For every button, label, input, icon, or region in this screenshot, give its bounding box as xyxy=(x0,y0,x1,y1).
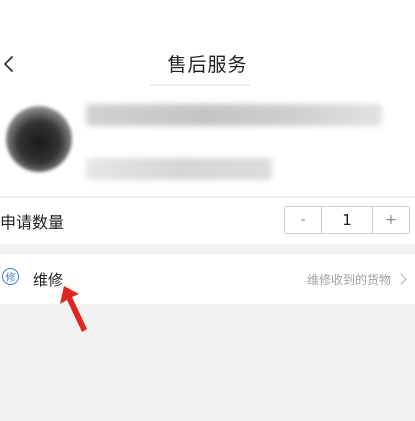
decrement-button[interactable]: - xyxy=(285,207,321,233)
increment-button[interactable]: + xyxy=(373,207,409,233)
quantity-value[interactable]: 1 xyxy=(321,207,373,233)
quantity-label: 申请数量 xyxy=(0,213,65,232)
quantity-row: 申请数量 - 1 + xyxy=(0,198,415,244)
header-bar: 售后服务 xyxy=(0,0,415,86)
page-title: 售后服务 xyxy=(167,54,248,76)
repair-description: 维修收到的货物 xyxy=(306,273,391,287)
quantity-stepper: - 1 + xyxy=(284,206,410,234)
chevron-right-icon xyxy=(400,273,407,285)
after-sales-page: 售后服务 申请数量 - 1 + 修 维修 维修收到的货物 xyxy=(0,0,415,421)
annotation-arrow-icon xyxy=(60,286,87,332)
product-spec-redacted xyxy=(86,158,272,180)
product-card xyxy=(0,86,415,196)
product-name-redacted xyxy=(86,104,382,126)
product-image xyxy=(6,106,72,172)
repair-icon: 修 xyxy=(2,268,19,285)
